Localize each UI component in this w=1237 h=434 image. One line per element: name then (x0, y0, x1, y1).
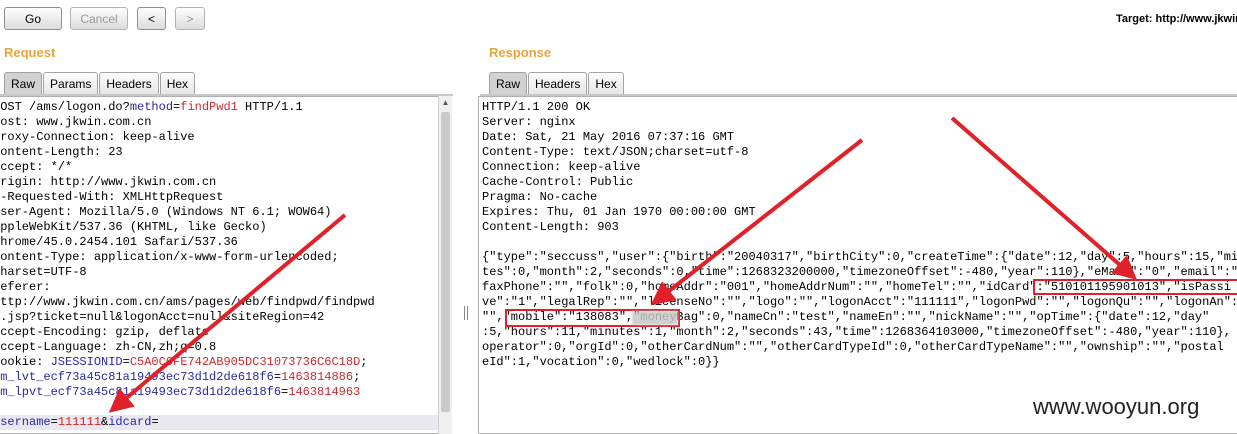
arrow-to-username (108, 213, 347, 413)
arrow-to-idcard (950, 116, 1138, 280)
arrow-to-mobile (650, 138, 864, 306)
watermark: www.wooyun.org (1033, 394, 1200, 419)
annotation-arrows (108, 116, 1138, 413)
